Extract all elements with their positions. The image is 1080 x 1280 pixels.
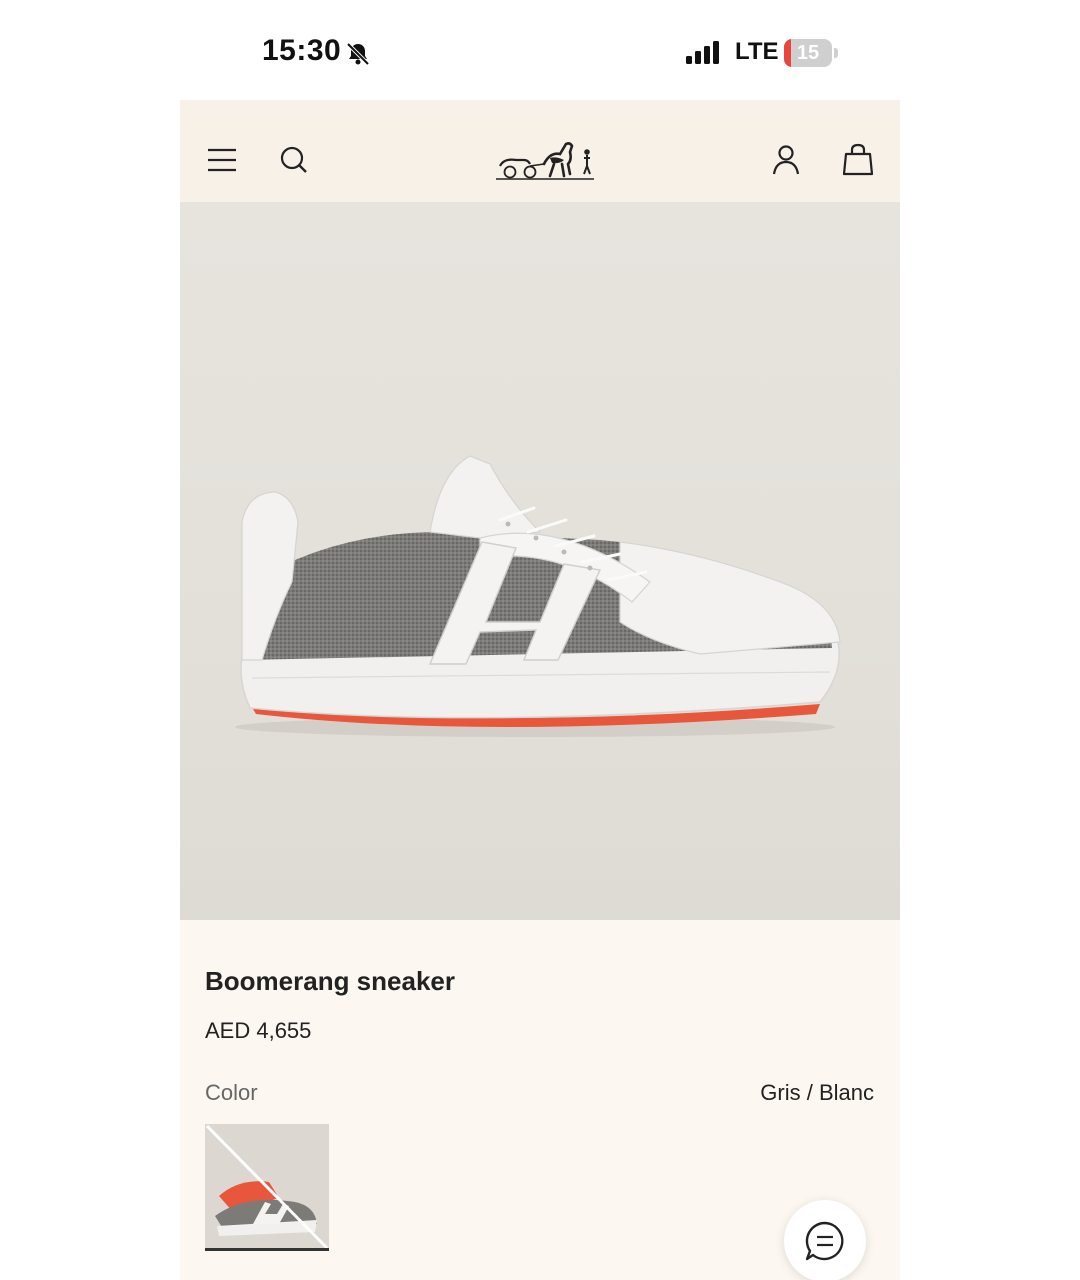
swatch-thumbnail <box>205 1124 329 1250</box>
account-icon[interactable] <box>768 142 804 178</box>
chat-icon <box>805 1221 844 1261</box>
shopping-bag-icon[interactable] <box>840 142 876 178</box>
hermes-logo[interactable] <box>494 130 598 190</box>
product-price: AED 4,655 <box>205 1018 312 1043</box>
network-type: LTE <box>735 38 779 65</box>
bell-muted-icon <box>346 42 370 66</box>
color-value: Gris / Blanc <box>760 1080 874 1105</box>
status-time: 15:30 <box>262 34 342 67</box>
menu-icon[interactable] <box>204 142 240 178</box>
top-strip <box>180 100 900 118</box>
color-swatch[interactable] <box>205 1124 329 1250</box>
sneaker-image <box>235 455 841 737</box>
site-header <box>180 118 900 202</box>
chat-button[interactable] <box>784 1200 866 1280</box>
product-image-gallery[interactable] <box>180 202 900 920</box>
product-page: Boomerang sneaker AED 4,655 Color Gris /… <box>180 100 900 1280</box>
signal-icon <box>686 41 719 64</box>
color-label: Color <box>205 1080 258 1105</box>
status-bar: 15:30 LTE 15 <box>0 0 1080 100</box>
battery-icon: 15 <box>784 39 838 67</box>
battery-level: 15 <box>796 42 820 64</box>
search-icon[interactable] <box>276 142 312 178</box>
product-title: Boomerang sneaker <box>205 966 455 996</box>
swatch-selected-indicator <box>205 1248 329 1251</box>
